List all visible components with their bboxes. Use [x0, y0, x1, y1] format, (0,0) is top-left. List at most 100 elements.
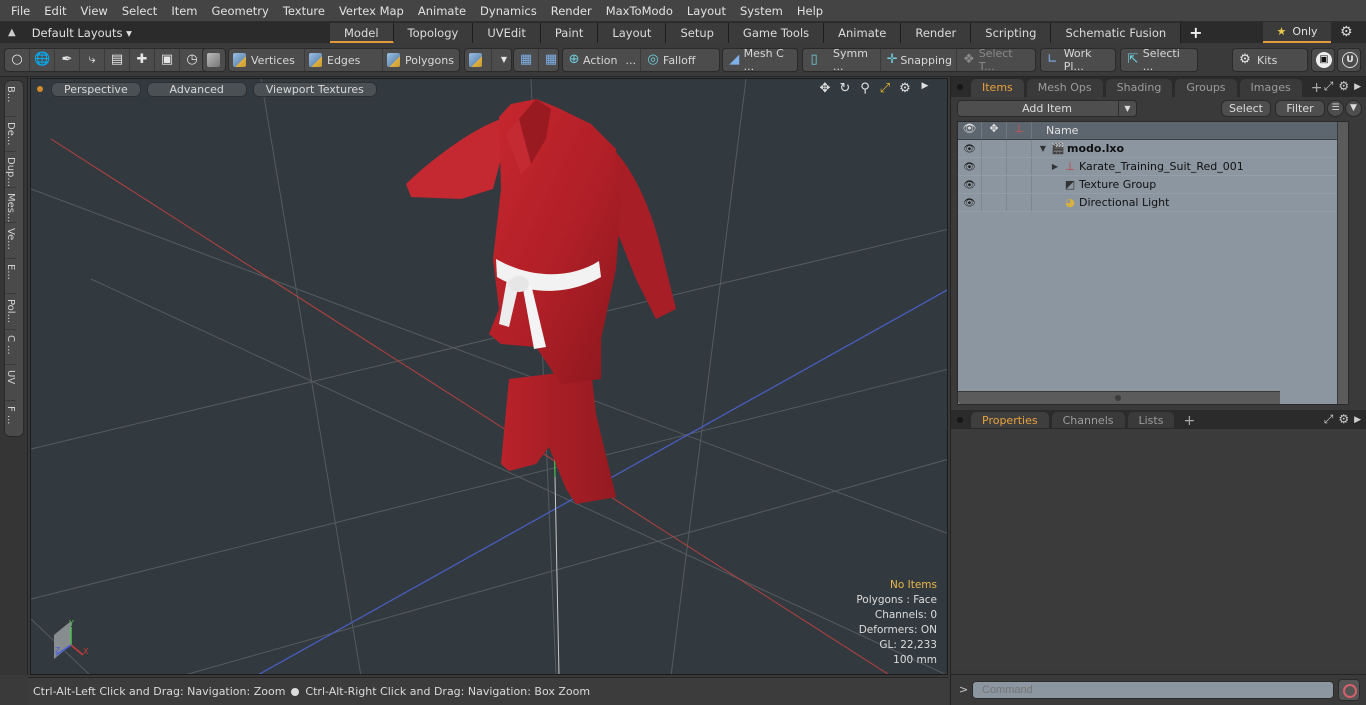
- tool-strip-tab[interactable]: B...: [5, 81, 16, 117]
- menu-item[interactable]: Item: [164, 0, 204, 22]
- items-tab-mesh-ops[interactable]: Mesh Ops: [1026, 79, 1103, 97]
- tool-strip-tab[interactable]: Pol...: [5, 294, 16, 330]
- locator-toggle[interactable]: [1007, 194, 1032, 211]
- menu-animate[interactable]: Animate: [411, 0, 473, 22]
- locator-column-icon[interactable]: ⊥: [1007, 122, 1032, 139]
- menu-maxtomodo[interactable]: MaxToModo: [599, 0, 680, 22]
- view-mode-button[interactable]: Perspective: [51, 81, 141, 97]
- zoom-icon[interactable]: ⚲: [857, 81, 873, 96]
- selection-sets-button[interactable]: ⇱ Selecti ...: [1121, 47, 1197, 73]
- menu-geometry[interactable]: Geometry: [205, 0, 276, 22]
- falloff-button[interactable]: ◎ Falloff: [641, 49, 719, 71]
- mesh-constraint-button[interactable]: ◢ Mesh C ...: [723, 47, 797, 73]
- bevel-tool-button[interactable]: ▤: [105, 49, 130, 71]
- layout-selector[interactable]: ▲ Default Layouts ▾: [0, 26, 330, 40]
- layout-tab-model[interactable]: Model: [330, 22, 394, 43]
- item-list-horizontal-scrollbar[interactable]: [958, 391, 1280, 404]
- properties-gear-icon[interactable]: ⚙: [1338, 412, 1349, 428]
- tool-strip-tab[interactable]: C ...: [5, 330, 16, 365]
- lock-toggle[interactable]: [982, 194, 1007, 211]
- locator-toggle[interactable]: [1007, 140, 1032, 157]
- layout-tab-layout[interactable]: Layout: [598, 22, 667, 43]
- layout-tab-animate[interactable]: Animate: [824, 22, 902, 43]
- record-macro-button[interactable]: [1338, 679, 1360, 701]
- curve-tool-button[interactable]: ⤷: [80, 49, 105, 71]
- tool-strip-tab[interactable]: Dup...: [5, 152, 16, 188]
- visibility-toggle[interactable]: 👁: [958, 176, 982, 193]
- unity-button[interactable]: ▣: [1312, 49, 1336, 71]
- tool-strip-tab[interactable]: UV: [5, 365, 16, 401]
- menu-view[interactable]: View: [74, 0, 115, 22]
- world-transform-button[interactable]: ▦: [514, 49, 539, 71]
- tool-strip-tab[interactable]: De...: [5, 117, 16, 152]
- menu-help[interactable]: Help: [790, 0, 830, 22]
- loop-tool-button[interactable]: ▣: [155, 49, 180, 71]
- viewport-gear-icon[interactable]: ⚙: [897, 81, 913, 96]
- menu-texture[interactable]: Texture: [276, 0, 332, 22]
- scroll-knob[interactable]: [1115, 395, 1121, 401]
- item-mode-button[interactable]: [203, 49, 229, 71]
- polygons-mode-button[interactable]: Polygons: [383, 49, 459, 71]
- menu-layout[interactable]: Layout: [680, 0, 733, 22]
- command-input[interactable]: [972, 681, 1334, 699]
- pan-icon[interactable]: ✥: [817, 81, 833, 96]
- items-tab-groups[interactable]: Groups: [1175, 79, 1237, 97]
- items-gear-icon[interactable]: ⚙: [1338, 79, 1349, 95]
- item-row[interactable]: 👁 ▶ ⊥ Karate_Training_Suit_Red_001: [958, 158, 1348, 176]
- menu-edit[interactable]: Edit: [37, 0, 73, 22]
- layout-tab-paint[interactable]: Paint: [540, 22, 599, 43]
- item-row[interactable]: 👁 ▼ 🎬 modo.lxo: [958, 140, 1348, 158]
- properties-options-dot[interactable]: [957, 417, 963, 423]
- slice-tool-button[interactable]: ◷: [180, 49, 204, 71]
- sphere-tool-button[interactable]: ○: [5, 49, 30, 71]
- items-menu-arrow-icon[interactable]: ▶: [1354, 79, 1361, 95]
- layout-tab-scripting[interactable]: Scripting: [971, 22, 1052, 43]
- gear-icon[interactable]: ⚙: [1340, 24, 1353, 40]
- panel-options-dot[interactable]: [957, 84, 963, 90]
- visibility-toggle[interactable]: 👁: [958, 194, 982, 211]
- menu-dynamics[interactable]: Dynamics: [473, 0, 544, 22]
- action-center-button[interactable]: ⊕ Action...: [563, 49, 641, 71]
- visibility-toggle[interactable]: 👁: [958, 140, 982, 157]
- visibility-column-icon[interactable]: 👁: [958, 122, 982, 139]
- pen-tool-button[interactable]: ✒: [55, 49, 80, 71]
- rotate-icon[interactable]: ↻: [837, 81, 853, 96]
- tool-strip-tab[interactable]: Mes...: [5, 188, 16, 223]
- kits-button[interactable]: ⚙ Kits: [1233, 49, 1281, 71]
- add-layout-tab-button[interactable]: +: [1181, 23, 1210, 42]
- name-column-header[interactable]: Name: [1032, 122, 1348, 139]
- unreal-button[interactable]: U: [1338, 49, 1362, 71]
- expand-panel-icon[interactable]: ⤢: [1324, 79, 1334, 95]
- globe-tool-button[interactable]: 🌐: [30, 49, 55, 71]
- select-through-button[interactable]: ❖ Select T...: [957, 47, 1035, 73]
- vertices-mode-button[interactable]: Vertices: [229, 49, 305, 71]
- select-button[interactable]: Select: [1221, 100, 1271, 117]
- items-tab-items[interactable]: Items: [971, 79, 1024, 97]
- expand-toggle-icon[interactable]: ▼: [1036, 140, 1050, 158]
- funnel-filter-icon[interactable]: ▼: [1345, 100, 1362, 117]
- edges-mode-button[interactable]: Edges: [305, 49, 383, 71]
- cross-tool-button[interactable]: ✚: [130, 49, 155, 71]
- add-item-button[interactable]: Add Item ▼: [957, 100, 1137, 117]
- menu-select[interactable]: Select: [115, 0, 164, 22]
- layout-tab-game-tools[interactable]: Game Tools: [728, 22, 825, 43]
- lock-toggle[interactable]: [982, 176, 1007, 193]
- add-item-dropdown-icon[interactable]: ▼: [1118, 101, 1136, 116]
- work-plane-button[interactable]: ∟ Work Pl...: [1041, 47, 1115, 73]
- lock-toggle[interactable]: [982, 158, 1007, 175]
- layout-tab-render[interactable]: Render: [901, 22, 972, 43]
- layout-tab-setup[interactable]: Setup: [666, 22, 729, 43]
- snapping-button[interactable]: ✛ Snapping: [881, 49, 957, 71]
- lock-toggle[interactable]: [982, 140, 1007, 157]
- locator-toggle[interactable]: [1007, 158, 1032, 175]
- collapse-up-icon[interactable]: ▲: [8, 27, 16, 38]
- tool-strip-tab[interactable]: F ...: [5, 401, 16, 437]
- tool-strip-tab[interactable]: E...: [5, 259, 16, 294]
- viewport-options-dot[interactable]: [37, 86, 43, 92]
- locator-toggle[interactable]: [1007, 176, 1032, 193]
- menu-file[interactable]: File: [4, 0, 37, 22]
- layout-tab-uvedit[interactable]: UVEdit: [473, 22, 541, 43]
- menu-system[interactable]: System: [733, 0, 790, 22]
- local-transform-button[interactable]: ▦: [539, 49, 563, 71]
- lock-column-icon[interactable]: ✥: [982, 122, 1007, 139]
